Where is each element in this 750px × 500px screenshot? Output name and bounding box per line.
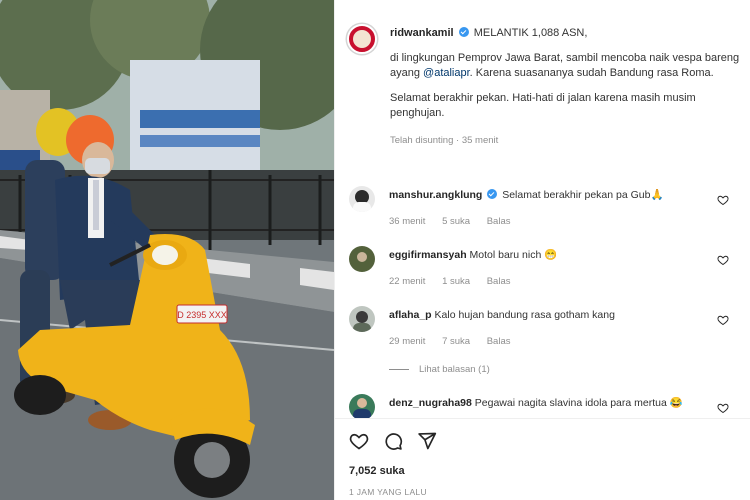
comment-likes[interactable]: 5 suka [442,216,470,227]
post-timestamp: 1 JAM YANG LALU [349,487,427,497]
commenter-username[interactable]: eggifirmansyah [389,249,467,261]
comment-text: aflaha_p Kalo hujan bandung rasa gotham … [389,308,719,322]
reply-button[interactable]: Balas [487,276,511,287]
comment-meta: 22 menit 1 suka Balas [389,276,524,287]
caption-paragraph-1: di lingkungan Pemprov Jawa Barat, sambil… [390,51,740,81]
comment-meta: 29 menit 7 suka Balas [389,336,524,347]
heart-icon[interactable] [717,194,729,206]
commenter-username[interactable]: denz_nugraha98 [389,397,472,409]
commenter-avatar[interactable] [349,306,375,332]
commenter-username[interactable]: aflaha_p [389,309,432,321]
caption-paragraph-2: Selamat berakhir pekan. Hati-hati di jal… [390,92,696,119]
verified-icon [487,189,498,199]
comment-meta: 36 menit 5 suka Balas [389,216,524,227]
action-icons [349,431,437,451]
comment-likes[interactable]: 7 suka [442,336,470,347]
heart-icon[interactable] [349,431,369,451]
divider-line [389,369,409,370]
post-photo[interactable]: D 2395 XXX [0,0,334,500]
comment-body: Selamat berakhir pekan pa Gub [502,189,651,201]
edited-meta: Telah disunting · 35 menit [390,135,499,146]
share-icon[interactable] [417,431,437,451]
emoji: 😂 [669,397,683,409]
commenter-avatar[interactable] [349,186,375,212]
caption-title: MELANTIK 1,088 ASN, [473,27,588,39]
view-replies-label: Lihat balasan (1) [419,364,490,375]
view-replies-button[interactable]: Lihat balasan (1) [389,364,490,375]
heart-icon[interactable] [717,402,729,414]
mention-link[interactable]: @ataliapr [423,67,470,79]
commenter-avatar[interactable] [349,246,375,272]
verified-icon [458,27,469,37]
license-plate: D 2395 XXX [177,310,227,320]
comment-time: 22 menit [389,276,426,287]
author-avatar[interactable] [347,24,377,54]
comment-item: aflaha_p Kalo hujan bandung rasa gotham … [347,306,743,356]
comment-body: Pegawai nagita slavina idola para mertua [474,397,667,409]
comment-item: manshur.angklung Selamat berakhir pekan … [347,186,743,236]
comment-item: eggifirmansyah Motol baru nich 😁 22 meni… [347,246,743,296]
post-caption: ridwankamil MELANTIK 1,088 ASN, di lingk… [390,26,740,148]
heart-icon[interactable] [717,254,729,266]
comment-text: eggifirmansyah Motol baru nich 😁 [389,248,719,262]
comment-body: Motol baru nich [469,249,542,261]
comment-text: manshur.angklung Selamat berakhir pekan … [389,188,719,202]
reply-button[interactable]: Balas [487,216,511,227]
commenter-username[interactable]: manshur.angklung [389,189,482,201]
like-count[interactable]: 7,052 suka [349,465,405,477]
post-actions: 7,052 suka 1 JAM YANG LALU [335,418,750,500]
comment-text: denz_nugraha98 Pegawai nagita slavina id… [389,396,719,410]
comment-likes[interactable]: 1 suka [442,276,470,287]
commenter-avatar[interactable] [349,394,375,420]
reply-button[interactable]: Balas [487,336,511,347]
comment-time: 29 menit [389,336,426,347]
comment-body: Kalo hujan bandung rasa gotham kang [434,309,615,321]
caption-text: . Karena suasananya sudah Bandung rasa R… [469,67,714,79]
emoji: 😁 [544,249,558,261]
heart-icon[interactable] [717,314,729,326]
scooter-photo: D 2395 XXX [0,0,334,500]
author-username[interactable]: ridwankamil [390,27,454,39]
post-panel: ridwankamil MELANTIK 1,088 ASN, di lingk… [334,0,750,500]
comment-time: 36 menit [389,216,426,227]
emoji: 🙏 [650,189,664,201]
comment-icon[interactable] [383,431,403,451]
